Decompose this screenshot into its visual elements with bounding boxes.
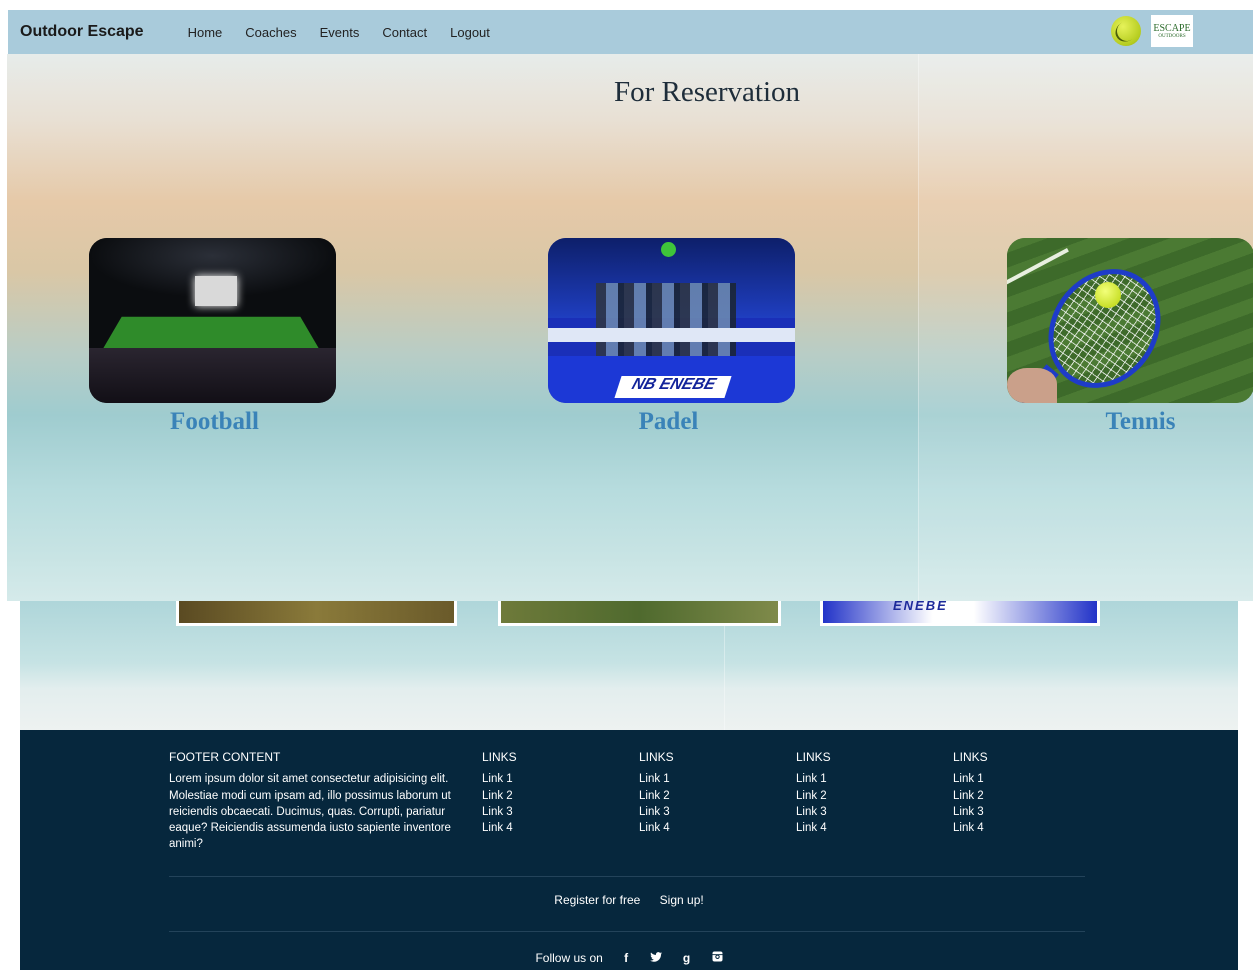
footer-link[interactable]: Link 3 [482,804,517,820]
logo-text: ESCAPE [1153,23,1191,34]
brand-name[interactable]: Outdoor Escape [20,23,144,41]
footer-content-column: FOOTER CONTENT Lorem ipsum dolor sit ame… [169,749,454,853]
logo-subtext: OUTDOORS [1158,34,1186,39]
follow-us-text: Follow us on [535,950,603,965]
footer-link[interactable]: Link 4 [796,820,831,836]
signup-link[interactable]: Sign up! [660,893,704,907]
hero-seam [918,54,919,601]
footer-link[interactable]: Link 1 [953,771,988,787]
sport-label-padel[interactable]: Padel [545,408,792,436]
footer: FOOTER CONTENT Lorem ipsum dolor sit ame… [20,730,1238,970]
footer-link[interactable]: Link 4 [953,820,988,836]
nav-logos: ESCAPE OUTDOORS [1111,15,1193,47]
page-title: For Reservation [613,76,801,108]
navbar: Outdoor Escape Home Coaches Events Conta… [8,10,1253,54]
nav-link-contact[interactable]: Contact [382,25,427,40]
nav-link-home[interactable]: Home [188,25,223,40]
players-group [596,283,736,358]
hand [1007,368,1057,403]
tennis-ball-icon [1095,282,1121,308]
register-link[interactable]: Register for free [554,893,640,907]
stadium-screen [195,276,237,306]
padel-sign: NB ENEBE [614,376,732,398]
footer-link[interactable]: Link 4 [482,820,517,836]
instagram-icon[interactable] [712,951,723,965]
footer-divider [169,876,1085,877]
footer-link[interactable]: Link 1 [639,771,674,787]
sport-label-tennis[interactable]: Tennis [1017,408,1253,436]
footer-content-heading: FOOTER CONTENT [169,750,281,764]
footer-follow: Follow us on f g [20,950,1238,965]
footer-link[interactable]: Link 1 [482,771,517,787]
footer-link[interactable]: Link 2 [639,788,674,804]
tennis-card-bottom[interactable] [498,598,781,626]
footer-link[interactable]: Link 3 [953,804,988,820]
football-card-bottom[interactable] [176,598,457,626]
tennis-ball-logo-icon [1111,16,1141,46]
nav-link-events[interactable]: Events [320,25,360,40]
nav-link-logout[interactable]: Logout [450,25,490,40]
sponsor-dot [661,242,676,257]
footer-links-heading: LINKS [482,750,517,764]
footer-link[interactable]: Link 3 [796,804,831,820]
footer-links-column-4: LINKS Link 1 Link 2 Link 3 Link 4 [953,749,988,836]
footer-links-heading: LINKS [953,750,988,764]
footer-register: Register for free Sign up! [20,893,1238,907]
twitter-icon[interactable] [649,951,662,965]
footer-links-column-3: LINKS Link 1 Link 2 Link 3 Link 4 [796,749,831,836]
footer-link[interactable]: Link 2 [796,788,831,804]
footer-link[interactable]: Link 4 [639,820,674,836]
footer-links-heading: LINKS [796,750,831,764]
footer-divider [169,931,1085,932]
football-image[interactable] [89,238,336,403]
tennis-image[interactable] [1007,238,1253,403]
footer-link[interactable]: Link 3 [639,804,674,820]
court-banner [548,328,795,342]
escape-logo: ESCAPE OUTDOORS [1151,15,1193,47]
footer-link[interactable]: Link 2 [953,788,988,804]
footer-link[interactable]: Link 1 [796,771,831,787]
padel-sign-text: NB ENEBE [629,376,718,393]
padel-image[interactable]: NB ENEBE [548,238,795,403]
nav-link-coaches[interactable]: Coaches [245,25,296,40]
footer-links-column-1: LINKS Link 1 Link 2 Link 3 Link 4 [482,749,517,836]
reservation-hero: For Reservation Football NB ENEBE Padel … [7,54,1253,601]
padel-card-bottom[interactable]: ENEBE [820,598,1100,626]
footer-link[interactable]: Link 2 [482,788,517,804]
google-plus-icon[interactable]: g [683,951,690,965]
crowd [89,348,336,403]
facebook-icon[interactable]: f [624,951,628,965]
sport-label-football[interactable]: Football [91,408,338,436]
footer-links-heading: LINKS [639,750,674,764]
footer-links-column-2: LINKS Link 1 Link 2 Link 3 Link 4 [639,749,674,836]
footer-content-text: Lorem ipsum dolor sit amet consectetur a… [169,773,451,851]
